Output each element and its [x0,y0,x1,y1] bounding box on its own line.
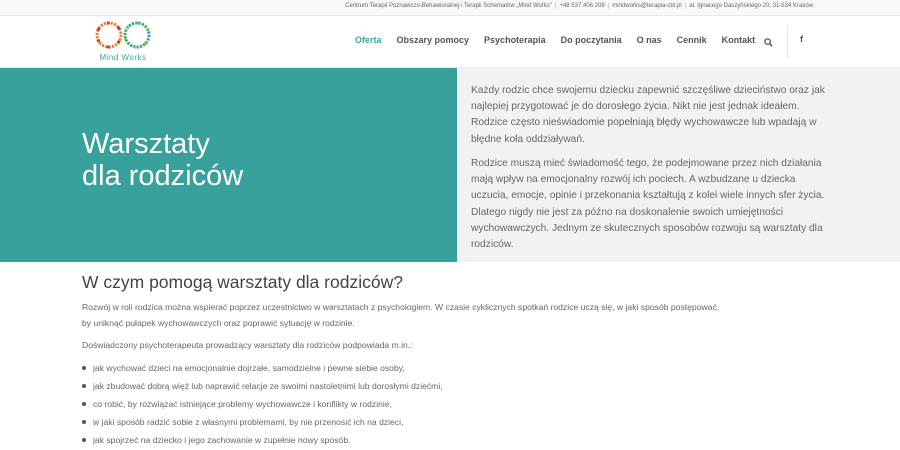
logo[interactable]: Mind Works [92,19,154,63]
list-item: w jaki sposób radzić sobie z własnymi pr… [82,413,782,431]
list-item: co robić, by rozwiązać istniejące proble… [82,395,782,413]
hero-section: Warsztaty dla rodziców Każdy rodzic chce… [0,68,900,262]
nav-item-obszary-pomocy[interactable]: Obszary pomocy [397,35,470,45]
page-title: Warsztaty dla rodziców [82,128,243,192]
section-heading: W czym pomogą warsztaty dla rodziców? [82,272,403,292]
logo-text: Mind Works [99,53,147,62]
phone-link[interactable]: +48 537 406 208 [559,3,604,9]
nav-divider [787,26,788,58]
bullet-icon [82,438,86,442]
list-item: jak wychować dzieci na emocjonalnie dojr… [82,359,782,377]
nav-item-do-poczytania[interactable]: Do poczytania [561,35,622,45]
main-content: W czym pomogą warsztaty dla rodziców? Ro… [82,272,782,449]
benefits-list: jak wychować dzieci na emocjonalnie dojr… [82,359,782,449]
hero-paragraph-1: Każdy rodzic chce swojemu dziecku zapewn… [471,85,825,145]
site-header: Mind Works Oferta Obszary pomocy Psychot… [0,16,900,68]
address: al. Ignacego Daszyńskiego 20, 31-534 Kra… [689,3,813,9]
nav-item-oferta[interactable]: Oferta [355,35,382,45]
intro-paragraph-line1: Rozwój w roli rodzica można wspierać pop… [82,302,720,312]
hero-title-panel: Warsztaty dla rodziców [0,68,457,262]
bullet-icon [82,384,86,388]
list-item: jak zbudować dobrą więź lub naprawić rel… [82,377,782,395]
bullet-icon [82,402,86,406]
facebook-icon[interactable]: f [800,34,803,44]
search-icon[interactable] [764,34,773,52]
main-nav: Oferta Obszary pomocy Psychoterapia Do p… [355,35,770,45]
nav-item-kontakt[interactable]: Kontakt [722,35,756,45]
intro-paragraph-line2: by uniknąć pułapek wychowawczych oraz po… [82,318,355,328]
bullet-icon [82,420,86,424]
email-link[interactable]: mindworks@terapia-cbt.pl [612,3,681,9]
logo-rings-icon [95,21,151,49]
page-title-line2: dla rodziców [82,160,244,192]
contact-info: Centrum Terapii Poznawczo-Behawioralnej … [345,3,813,9]
nav-item-o-nas[interactable]: O nas [637,35,662,45]
bullet-icon [82,366,86,370]
nav-item-cennik[interactable]: Cennik [677,35,707,45]
top-info-bar: Centrum Terapii Poznawczo-Behawioralnej … [0,0,900,16]
company-name: Centrum Terapii Poznawczo-Behawioralnej … [345,3,552,9]
list-item: jak spojrzeć na dziecko i jego zachowani… [82,431,782,449]
hero-paragraph-2: Rodzice muszą mieć świadomość tego, że p… [471,158,825,251]
page-title-line1: Warsztaty [82,128,210,160]
list-intro-paragraph: Doświadczony psychoterapeuta prowadzący … [82,340,413,350]
hero-intro-panel: Każdy rodzic chce swojemu dziecku zapewn… [457,68,900,262]
nav-item-psychoterapia[interactable]: Psychoterapia [484,35,546,45]
